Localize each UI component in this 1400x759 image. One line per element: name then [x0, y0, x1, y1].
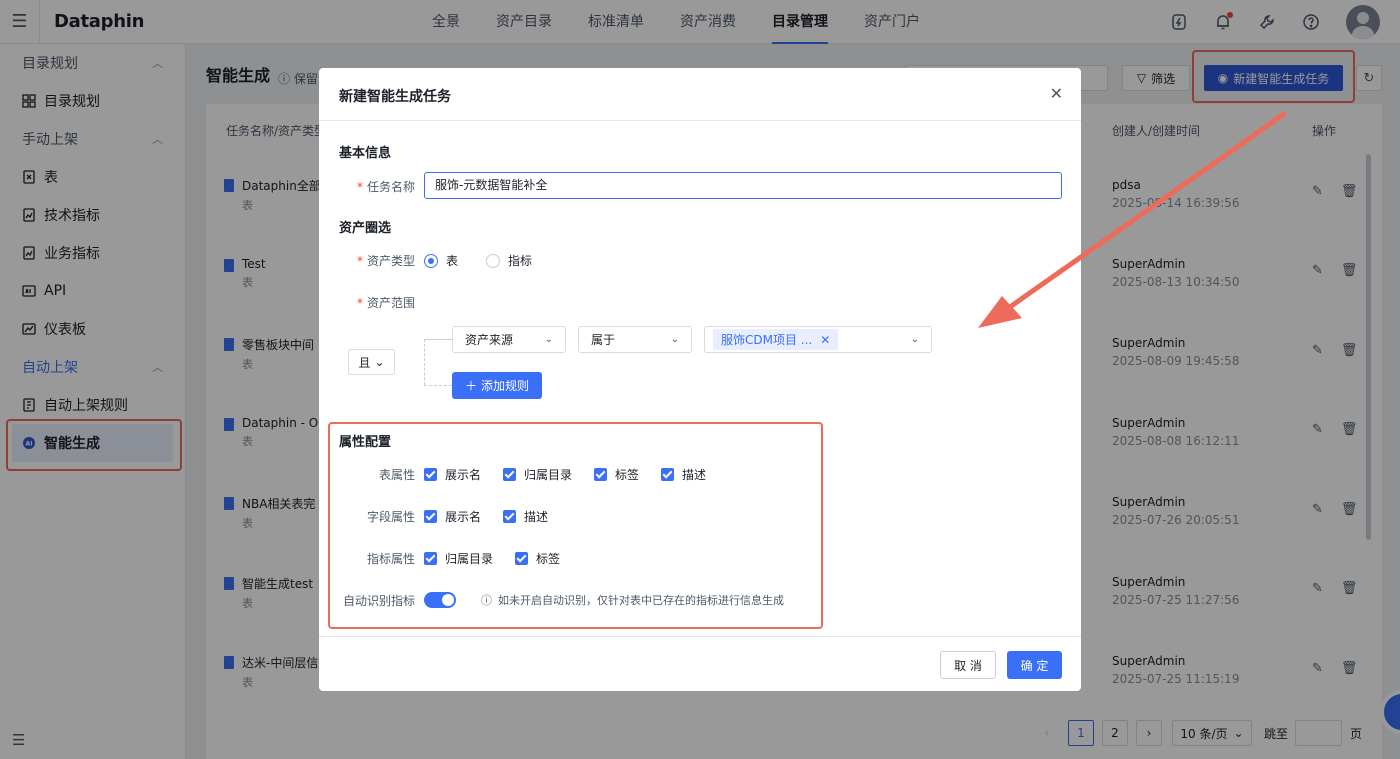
asset-type-label: * 资产类型 — [356, 254, 415, 268]
section-attributes: 属性配置 — [339, 435, 392, 450]
radio-table[interactable] — [424, 253, 438, 268]
field-attr-checkboxes: 展示名 描述 — [424, 508, 570, 525]
modal-footer-divider — [319, 636, 1081, 637]
rule-tree-line — [424, 385, 452, 386]
checkbox-field-description[interactable]: 描述 — [503, 508, 548, 525]
auto-detect-toggle[interactable] — [424, 592, 456, 608]
rule-tree-line — [424, 339, 425, 385]
tag-close-icon[interactable]: ✕ — [820, 333, 830, 347]
modal-divider — [319, 120, 1081, 121]
section-asset: 资产圈选 — [339, 221, 392, 236]
radio-metric[interactable] — [486, 253, 501, 268]
value-tag: 服饰CDM项目 ... ✕ — [713, 329, 839, 350]
checkbox-metric-tag[interactable]: 标签 — [515, 550, 560, 567]
rule-operator-select[interactable]: 属于 ⌄ — [578, 326, 692, 353]
checkbox-field-display-name[interactable]: 展示名 — [424, 508, 481, 525]
rule-value-select[interactable]: 服饰CDM项目 ... ✕ ⌄ — [704, 326, 932, 353]
section-basic: 基本信息 — [339, 146, 392, 161]
confirm-button[interactable]: 确 定 — [1007, 651, 1062, 679]
checkbox-metric-catalog[interactable]: 归属目录 — [424, 550, 493, 567]
table-attr-label: 表属性 — [378, 468, 415, 482]
auto-detect-label: 自动识别指标 — [342, 594, 415, 608]
checkbox-table-tag[interactable]: 标签 — [594, 466, 639, 483]
plus-icon: ＋ — [464, 379, 477, 393]
close-icon[interactable]: ✕ — [1050, 84, 1063, 103]
table-attr-checkboxes: 展示名 归属目录 标签 描述 — [424, 466, 728, 483]
chevron-down-icon: ⌄ — [910, 334, 919, 345]
auto-detect-hint: ⓘ 如未开启自动识别，仅针对表中已存在的指标进行信息生成 — [481, 594, 784, 607]
chevron-down-icon: ⌄ — [670, 334, 679, 345]
metric-attr-checkboxes: 归属目录 标签 — [424, 550, 582, 567]
new-task-modal: 新建智能生成任务 ✕ 基本信息 * 任务名称 服饰-元数据智能补全 资产圈选 * 资… — [319, 68, 1081, 691]
checkbox-table-description[interactable]: 描述 — [661, 466, 706, 483]
asset-scope-label: * 资产范围 — [356, 296, 415, 310]
field-attr-label: 字段属性 — [366, 510, 415, 524]
asset-type-radio-group: 表 指标 — [424, 252, 532, 269]
chevron-down-icon: ⌄ — [544, 334, 553, 345]
modal-title: 新建智能生成任务 — [339, 89, 451, 105]
rule-tree-line — [424, 339, 452, 340]
checkbox-table-catalog[interactable]: 归属目录 — [503, 466, 572, 483]
add-rule-button[interactable]: ＋添加规则 — [452, 372, 542, 399]
task-name-label: * 任务名称 — [356, 180, 415, 194]
rule-field-select[interactable]: 资产来源 ⌄ — [452, 326, 566, 353]
checkbox-table-display-name[interactable]: 展示名 — [424, 466, 481, 483]
metric-attr-label: 指标属性 — [366, 552, 415, 566]
task-name-input[interactable]: 服饰-元数据智能补全 — [424, 172, 1062, 199]
info-icon: ⓘ — [481, 594, 492, 607]
chevron-down-icon: ⌄ — [374, 355, 385, 369]
logic-operator-select[interactable]: 且 ⌄ — [348, 349, 395, 375]
cancel-button[interactable]: 取 消 — [940, 651, 996, 679]
